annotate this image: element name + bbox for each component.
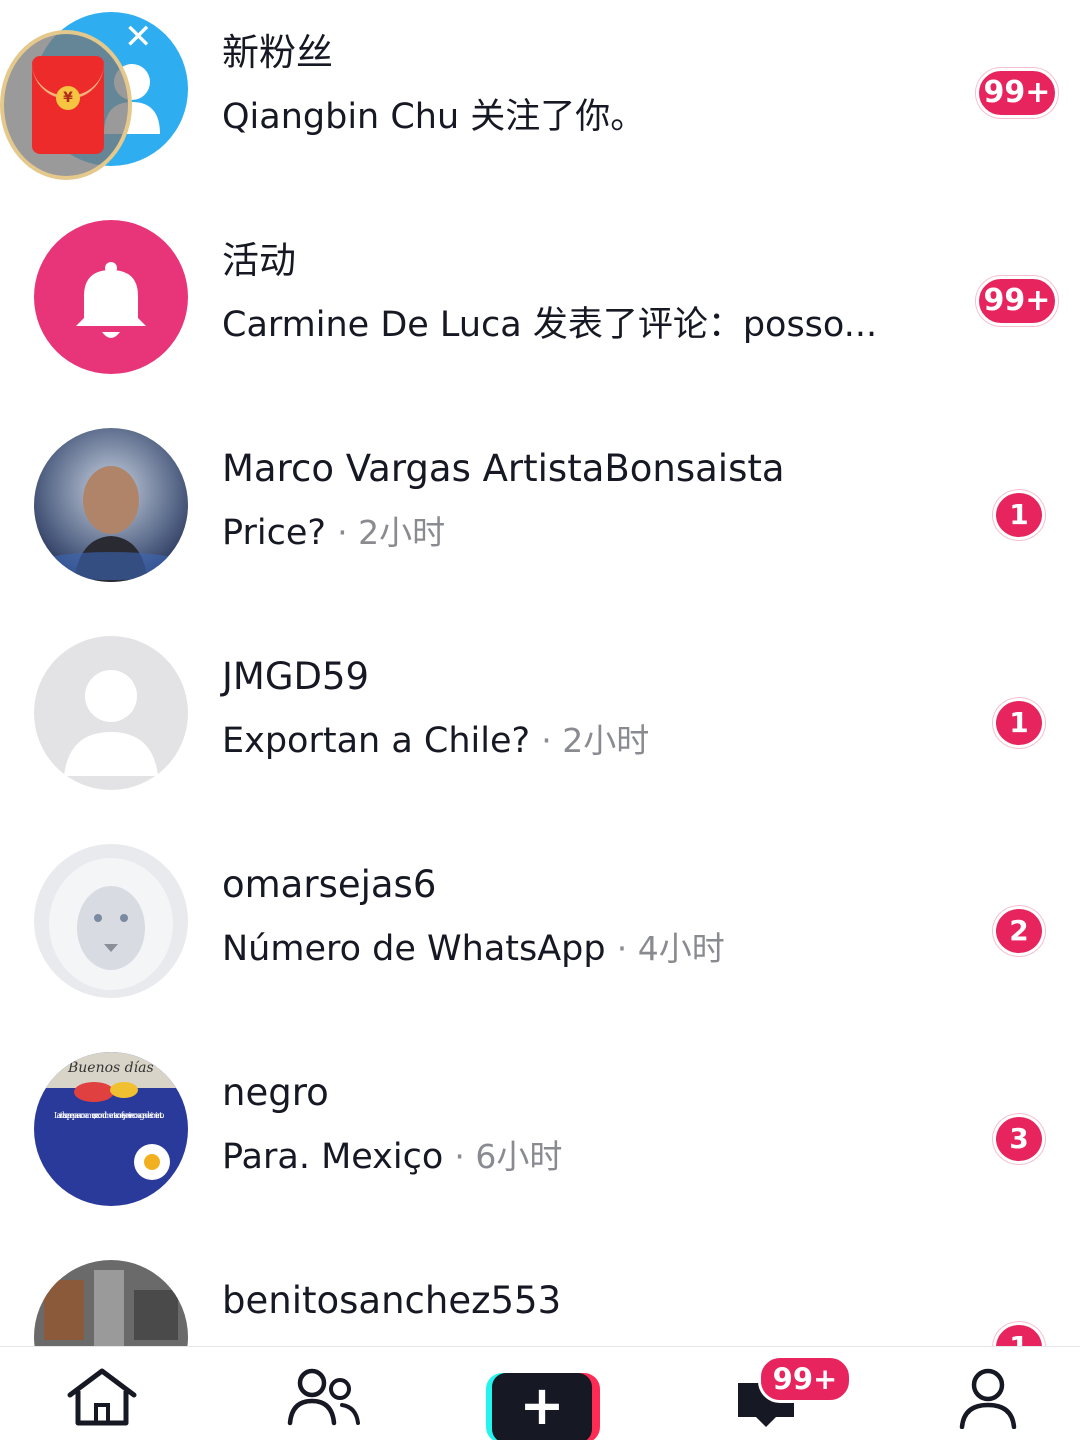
message-preview: Price? · 2小时 bbox=[222, 516, 445, 551]
new-followers-row[interactable]: ¥ ✕ 新粉丝 Qiangbin Chu 关注了你。 99+ bbox=[0, 0, 1080, 208]
contact-name: omarsejas6 bbox=[222, 863, 437, 906]
create-icon: + bbox=[492, 1373, 592, 1440]
chat-row[interactable]: JMGD59 Exportan a Chile? · 2小时 1 bbox=[0, 624, 1080, 832]
inbox-badge: 99+ bbox=[758, 1355, 852, 1403]
row-title: 活动 bbox=[222, 239, 296, 282]
close-red-packet-icon[interactable]: ✕ bbox=[124, 20, 153, 54]
unread-badge: 99+ bbox=[976, 68, 1058, 118]
create-button[interactable]: + bbox=[486, 1373, 600, 1440]
message-preview: Exportan a Chile? · 2小时 bbox=[222, 724, 649, 759]
message-text: Price? bbox=[222, 513, 326, 553]
bottom-tab-bar: + 99+ bbox=[0, 1346, 1080, 1440]
message-time: · 6小时 bbox=[454, 1137, 563, 1176]
contact-name: benitosanchez553 bbox=[222, 1279, 562, 1322]
tab-friends[interactable] bbox=[284, 1365, 364, 1435]
inbox-screen: ¥ ✕ 新粉丝 Qiangbin Chu 关注了你。 99+ 活动 Carmin… bbox=[0, 0, 1080, 1440]
activity-row[interactable]: 活动 Carmine De Luca 发表了评论：posso... 99+ bbox=[0, 208, 1080, 416]
card-text: La vida se prepara con amor, se condimen… bbox=[54, 1111, 165, 1120]
user-avatar bbox=[34, 428, 188, 582]
message-text: Número de WhatsApp bbox=[222, 929, 606, 969]
message-preview: Para. Mexiço · 6小时 bbox=[222, 1140, 562, 1175]
message-time: · 4小时 bbox=[616, 929, 725, 968]
user-avatar bbox=[34, 1260, 188, 1346]
red-packet-bubble[interactable]: ¥ bbox=[0, 30, 132, 180]
chat-row[interactable]: benitosanchez553 1 bbox=[0, 1248, 1080, 1346]
unread-badge: 1 bbox=[993, 490, 1045, 540]
bell-icon bbox=[34, 220, 188, 374]
unread-badge: 1 bbox=[993, 698, 1045, 748]
chat-row[interactable]: Buenos días La vida se prepara con amor,… bbox=[0, 1040, 1080, 1248]
tab-profile[interactable] bbox=[948, 1365, 1028, 1435]
lion-photo bbox=[34, 844, 188, 998]
unread-badge: 2 bbox=[993, 906, 1045, 956]
user-avatar: Buenos días La vida se prepara con amor,… bbox=[34, 1052, 188, 1206]
inbox-list: ¥ ✕ 新粉丝 Qiangbin Chu 关注了你。 99+ 活动 Carmin… bbox=[0, 0, 1080, 1346]
unread-badge: 3 bbox=[993, 1114, 1045, 1164]
chat-row[interactable]: omarsejas6 Número de WhatsApp · 4小时 2 bbox=[0, 832, 1080, 1040]
unread-badge: 99+ bbox=[976, 276, 1058, 326]
contact-name: negro bbox=[222, 1071, 329, 1114]
message-text: Exportan a Chile? bbox=[222, 721, 531, 761]
message-time: · 2小时 bbox=[337, 513, 446, 552]
machinery-photo bbox=[34, 1260, 188, 1346]
tab-home[interactable] bbox=[62, 1365, 142, 1435]
profile-icon bbox=[959, 1368, 1017, 1429]
activity-avatar bbox=[34, 220, 188, 374]
chat-row[interactable]: Marco Vargas ArtistaBonsaista Price? · 2… bbox=[0, 416, 1080, 624]
row-preview: Qiangbin Chu 关注了你。 bbox=[222, 97, 646, 137]
yuan-coin-icon: ¥ bbox=[56, 86, 80, 110]
row-preview: Carmine De Luca 发表了评论：posso... bbox=[222, 305, 878, 345]
message-preview: Número de WhatsApp · 4小时 bbox=[222, 932, 725, 967]
user-avatar bbox=[34, 844, 188, 998]
portrait-photo bbox=[34, 428, 188, 582]
default-avatar-icon bbox=[34, 636, 188, 790]
friends-icon bbox=[287, 1368, 360, 1426]
home-icon bbox=[67, 1368, 137, 1426]
contact-name: JMGD59 bbox=[222, 655, 370, 698]
unread-badge: 1 bbox=[993, 1322, 1045, 1346]
greeting-card-photo: Buenos días La vida se prepara con amor,… bbox=[34, 1052, 188, 1206]
row-title: 新粉丝 bbox=[222, 31, 333, 74]
message-text: Para. Mexiço bbox=[222, 1137, 444, 1177]
user-avatar bbox=[34, 636, 188, 790]
message-time: · 2小时 bbox=[541, 721, 650, 760]
contact-name: Marco Vargas ArtistaBonsaista bbox=[222, 447, 785, 490]
buenos-text: Buenos días bbox=[67, 1060, 154, 1076]
